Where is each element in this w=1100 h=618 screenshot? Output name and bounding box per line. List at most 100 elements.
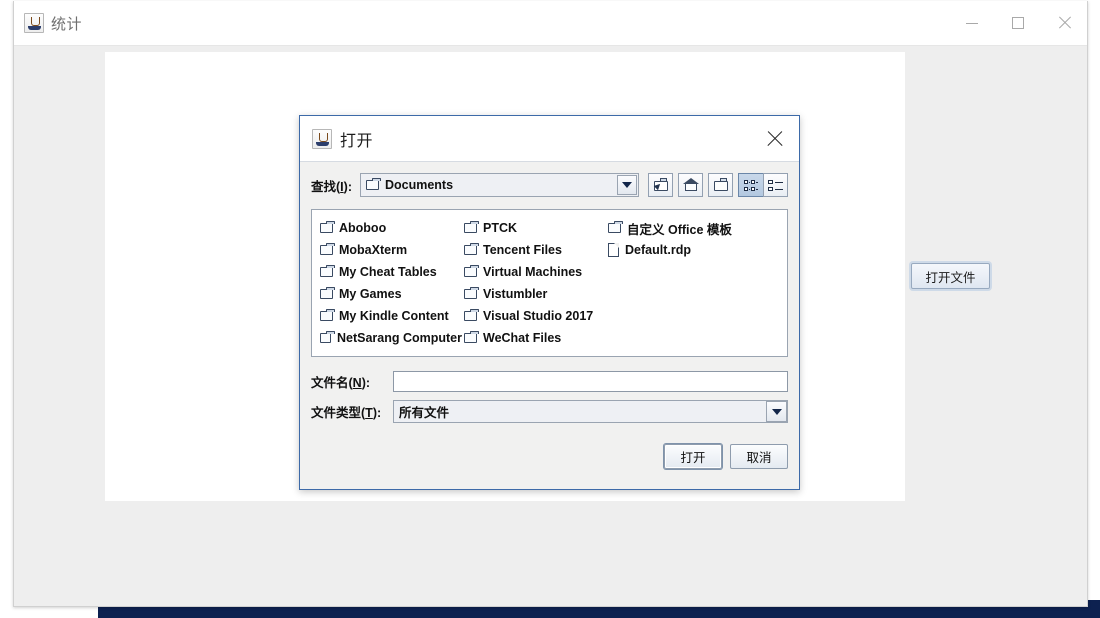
file-list-item-label: Virtual Machines bbox=[483, 265, 583, 279]
folder-icon bbox=[320, 264, 335, 278]
close-icon bbox=[1057, 16, 1071, 30]
filetype-label: 文件类型(T): bbox=[311, 402, 393, 421]
create-new-folder-button[interactable] bbox=[708, 173, 733, 197]
up-one-level-button[interactable] bbox=[648, 173, 673, 197]
file-list-item[interactable]: Virtual Machines bbox=[462, 261, 606, 283]
file-list-item-label: 自定义 Office 模板 bbox=[627, 222, 732, 237]
file-list-item[interactable]: MobaXterm bbox=[318, 239, 462, 261]
folder-icon bbox=[320, 308, 335, 322]
window-titlebar: 统计 bbox=[14, 1, 1087, 46]
open-button[interactable]: 打开 bbox=[664, 444, 722, 469]
file-list-item[interactable]: My Games bbox=[318, 283, 462, 305]
dialog-form: 文件名(N): 文件类型(T): 所有文件 bbox=[311, 371, 788, 423]
folder-icon bbox=[320, 242, 335, 256]
file-list[interactable]: Aboboo MobaXterm My Cheat Tables My Games My… bbox=[311, 209, 788, 357]
filetype-dropdown-button[interactable] bbox=[766, 401, 787, 422]
filename-row: 文件名(N): bbox=[311, 371, 788, 392]
window-title-group: 统计 bbox=[14, 13, 82, 34]
filename-label-text: 文件名( bbox=[311, 376, 353, 390]
look-in-dropdown-button[interactable] bbox=[617, 175, 637, 195]
minimize-button[interactable] bbox=[949, 1, 995, 45]
file-list-item[interactable]: PTCK bbox=[462, 217, 606, 239]
filetype-mnemonic: T bbox=[365, 406, 373, 420]
look-in-value: Documents bbox=[384, 178, 454, 192]
chevron-down-icon bbox=[771, 408, 782, 415]
file-list-item-label: Vistumbler bbox=[483, 287, 548, 301]
folder-icon bbox=[608, 220, 623, 234]
folder-icon bbox=[365, 177, 381, 191]
look-in-combobox[interactable]: Documents bbox=[359, 173, 639, 197]
view-mode-toggle-group bbox=[738, 173, 788, 197]
file-list-item-label: Tencent Files bbox=[483, 243, 562, 257]
file-list-item[interactable]: Vistumbler bbox=[462, 283, 606, 305]
chevron-down-icon bbox=[622, 182, 632, 188]
filetype-combobox[interactable]: 所有文件 bbox=[393, 400, 788, 423]
look-in-label: 查找(I): bbox=[311, 176, 352, 195]
folder-icon bbox=[464, 286, 479, 300]
dialog-toolbar bbox=[648, 173, 733, 197]
minimize-icon bbox=[966, 22, 978, 24]
grid-view-toggle[interactable] bbox=[738, 173, 763, 197]
screen-root: 统计 打开文件 打开 查找(I): Documents Aboboo MobaX… bbox=[0, 0, 1100, 618]
file-list-item[interactable]: Aboboo bbox=[318, 217, 462, 239]
maximize-icon bbox=[1012, 17, 1024, 29]
look-in-label-text: 查找( bbox=[311, 179, 341, 194]
file-list-item[interactable]: Default.rdp bbox=[606, 239, 750, 261]
file-list-item-label: WeChat Files bbox=[483, 331, 562, 345]
folder-icon bbox=[464, 220, 479, 234]
filetype-label-suffix: ): bbox=[372, 406, 382, 420]
file-list-item[interactable]: WeChat Files bbox=[462, 327, 606, 349]
dialog-close-button[interactable] bbox=[757, 122, 791, 156]
look-in-value-group: Documents bbox=[361, 177, 454, 192]
grid-view-icon bbox=[743, 179, 759, 192]
folder-up-arrow-icon bbox=[653, 178, 669, 192]
folder-icon bbox=[320, 330, 335, 344]
folder-icon bbox=[320, 286, 335, 300]
close-icon bbox=[766, 130, 783, 147]
java-coffee-cup-icon bbox=[312, 128, 332, 149]
filename-label: 文件名(N): bbox=[311, 372, 393, 391]
filename-label-suffix: ): bbox=[361, 376, 371, 390]
maximize-button[interactable] bbox=[995, 1, 1041, 45]
filetype-row: 文件类型(T): 所有文件 bbox=[311, 400, 788, 423]
file-list-item-label: Visual Studio 2017 bbox=[483, 309, 594, 323]
file-list-item[interactable]: My Cheat Tables bbox=[318, 261, 462, 283]
file-list-item-label: NetSarang Computer bbox=[336, 331, 462, 345]
cancel-button[interactable]: 取消 bbox=[730, 444, 788, 469]
list-view-icon bbox=[768, 179, 783, 192]
folder-icon bbox=[320, 220, 335, 234]
file-list-item[interactable]: Tencent Files bbox=[462, 239, 606, 261]
folder-icon bbox=[464, 330, 479, 344]
look-in-label-suffix: ): bbox=[343, 179, 352, 194]
filename-input[interactable] bbox=[393, 371, 788, 392]
close-button[interactable] bbox=[1041, 1, 1087, 45]
file-list-item[interactable]: Visual Studio 2017 bbox=[462, 305, 606, 327]
dialog-actions: 打开 取消 bbox=[311, 444, 788, 469]
file-list-item-label: My Cheat Tables bbox=[339, 265, 437, 279]
file-list-item-label: PTCK bbox=[483, 221, 518, 235]
filetype-value: 所有文件 bbox=[399, 406, 450, 420]
folder-icon bbox=[464, 308, 479, 322]
folder-icon bbox=[464, 264, 479, 278]
filename-mnemonic: N bbox=[352, 376, 362, 390]
file-list-item-label: Default.rdp bbox=[625, 243, 691, 257]
file-list-item[interactable]: NetSarang Computer bbox=[318, 327, 462, 349]
list-view-toggle[interactable] bbox=[763, 173, 788, 197]
home-icon bbox=[682, 178, 699, 192]
file-list-item[interactable]: My Kindle Content bbox=[318, 305, 462, 327]
file-list-item-label: My Games bbox=[339, 287, 402, 301]
java-coffee-cup-icon bbox=[24, 13, 44, 33]
file-list-item[interactable]: 自定义 Office 模板 bbox=[606, 217, 750, 239]
file-list-item-label: Aboboo bbox=[339, 221, 387, 235]
window-controls bbox=[949, 1, 1087, 45]
file-list-item-label: MobaXterm bbox=[339, 243, 408, 257]
folder-icon bbox=[464, 242, 479, 256]
home-button[interactable] bbox=[678, 173, 703, 197]
file-list-item-label: My Kindle Content bbox=[339, 309, 449, 323]
window-title: 统计 bbox=[51, 15, 83, 33]
dialog-titlebar: 打开 bbox=[300, 116, 799, 162]
dialog-title: 打开 bbox=[340, 132, 374, 150]
open-file-dialog: 打开 查找(I): Documents Aboboo MobaXterm My … bbox=[299, 115, 800, 490]
dialog-content: 查找(I): Documents Aboboo MobaXterm My Che… bbox=[300, 162, 799, 469]
open-file-button[interactable]: 打开文件 bbox=[911, 263, 990, 289]
